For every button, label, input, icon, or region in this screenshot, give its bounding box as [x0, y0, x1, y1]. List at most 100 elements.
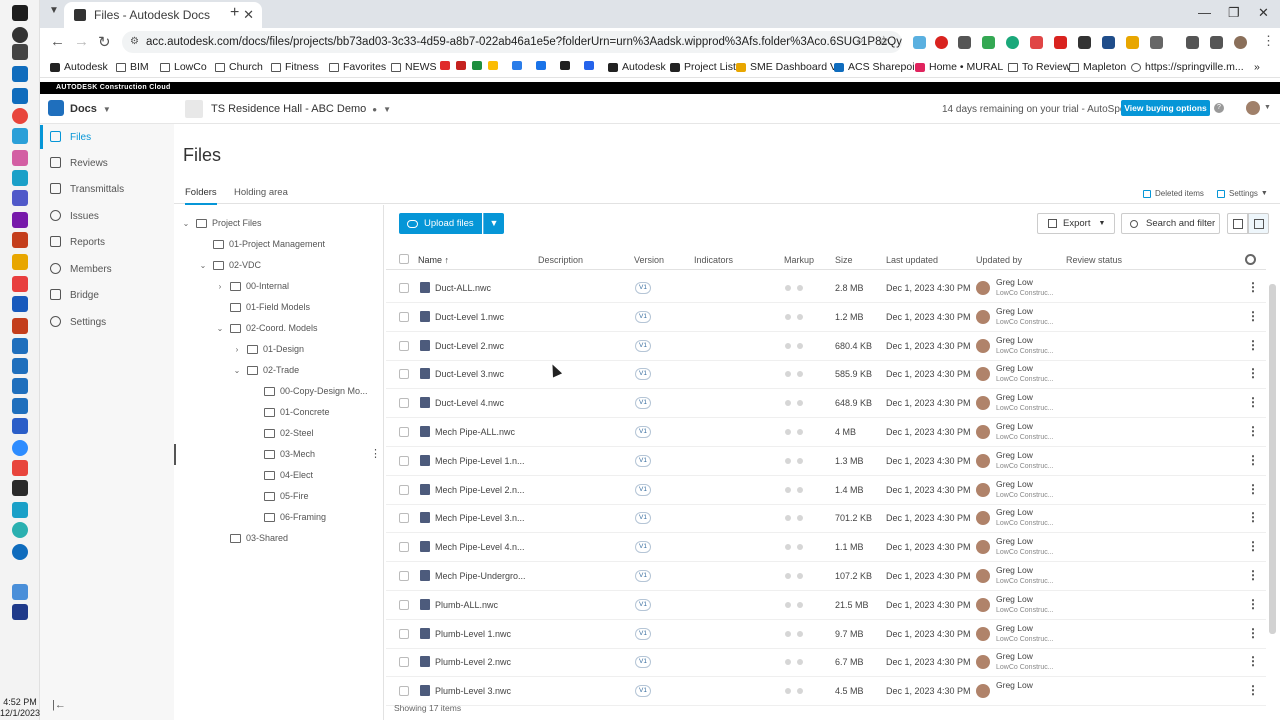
module-switcher[interactable]: Docs ▼ — [70, 103, 111, 115]
grid-view-toggle[interactable] — [1227, 213, 1248, 234]
version-badge[interactable]: V1 — [635, 656, 651, 669]
revit-icon[interactable] — [12, 418, 28, 434]
app-icon[interactable] — [12, 584, 28, 600]
bookmark-folder[interactable]: NEWS — [391, 61, 437, 73]
row-more-icon[interactable]: ⋮ — [1247, 568, 1259, 582]
row-checkbox[interactable] — [399, 311, 409, 322]
onedrive-icon[interactable] — [12, 544, 28, 560]
bookmark-item[interactable]: ACS Sharepoint — [834, 61, 923, 73]
nav-reports[interactable]: Reports — [40, 230, 174, 254]
extension-icon[interactable] — [1054, 36, 1067, 49]
tab-holding-area[interactable]: Holding area — [234, 187, 288, 198]
file-name-link[interactable]: Plumb-Level 2.nwc — [435, 657, 511, 667]
row-more-icon[interactable]: ⋮ — [1247, 366, 1259, 380]
app-icon[interactable] — [12, 232, 28, 248]
edge-icon[interactable] — [12, 522, 28, 538]
row-checkbox[interactable] — [399, 427, 409, 437]
upload-options-dropdown[interactable]: ▼ — [483, 213, 504, 234]
row-checkbox[interactable] — [399, 283, 409, 293]
bookmark-item[interactable]: Home • MURAL — [915, 61, 1003, 73]
bookmark-item[interactable] — [512, 61, 526, 70]
version-badge[interactable]: V1 — [635, 598, 651, 611]
app-icon[interactable] — [12, 276, 28, 292]
file-name-link[interactable]: Mech Pipe-Level 4.n... — [435, 542, 525, 552]
settings-link[interactable]: Settings ▼ — [1217, 189, 1268, 198]
bookmark-item[interactable] — [584, 61, 598, 70]
teams-icon[interactable] — [12, 190, 28, 206]
chevron-down-icon[interactable]: ⌄ — [180, 219, 192, 228]
bookmark-item[interactable]: SME Dashboard V3 — [736, 61, 843, 73]
file-name-link[interactable]: Mech Pipe-ALL.nwc — [435, 427, 515, 437]
column-updated-by[interactable]: Updated by — [976, 255, 1022, 265]
table-row[interactable]: Duct-Level 4.nwc V1 648.9 KB Dec 1, 2023 4:… — [386, 389, 1266, 419]
app-icon[interactable] — [12, 170, 28, 186]
nav-settings[interactable]: Settings — [40, 310, 174, 334]
bookmark-star-icon[interactable]: ☆ — [878, 33, 890, 49]
task-view-icon[interactable] — [12, 44, 28, 60]
profile-avatar[interactable] — [1234, 36, 1247, 49]
version-badge[interactable]: V1 — [635, 685, 651, 698]
table-scrollbar[interactable] — [1269, 284, 1276, 634]
chrome-menu-icon[interactable]: ⋮ — [1262, 33, 1275, 49]
more-bookmarks-icon[interactable]: » — [1254, 61, 1260, 73]
word-icon[interactable] — [12, 296, 28, 312]
outlook-icon[interactable] — [12, 66, 28, 82]
zoom-search-icon[interactable]: ⌕ — [857, 33, 864, 48]
row-more-icon[interactable]: ⋮ — [1247, 683, 1259, 697]
row-checkbox[interactable] — [399, 369, 409, 380]
close-tab-icon[interactable]: ✕ — [243, 7, 254, 23]
bookmark-folder[interactable]: To Review — [1008, 61, 1070, 73]
upload-files-button[interactable]: Upload files — [399, 213, 482, 234]
address-bar[interactable]: ⚙ acc.autodesk.com/docs/files/projects/b… — [122, 31, 902, 53]
tab-folders[interactable]: Folders — [185, 187, 217, 205]
bookmark-item[interactable] — [456, 61, 470, 70]
chrome-icon[interactable] — [12, 108, 28, 124]
extension-icon[interactable] — [1006, 36, 1019, 49]
file-name-link[interactable]: Duct-Level 1.nwc — [435, 312, 504, 322]
tree-folder[interactable]: ⌄ 02-Trade — [231, 360, 300, 380]
bookmark-folder[interactable]: LowCo — [160, 61, 207, 73]
select-all-checkbox[interactable] — [399, 254, 409, 264]
extension-icon[interactable] — [1030, 36, 1043, 49]
export-button[interactable]: Export ▼ — [1037, 213, 1115, 234]
table-row[interactable]: Plumb-Level 1.nwc V1 9.7 MB Dec 1, 2023 4:3… — [386, 620, 1266, 649]
zoom-icon[interactable] — [12, 440, 28, 456]
table-row[interactable]: Mech Pipe-Level 1.n... V1 1.3 MB Dec 1, 202… — [386, 447, 1266, 476]
app-icon[interactable] — [12, 254, 28, 270]
user-avatar[interactable] — [1246, 101, 1260, 115]
todo-icon[interactable] — [12, 128, 28, 144]
deleted-items-link[interactable]: Deleted items — [1143, 189, 1204, 198]
tree-folder[interactable]: 01-Project Management — [197, 234, 325, 254]
row-more-icon[interactable]: ⋮ — [1247, 309, 1259, 323]
version-badge[interactable]: V1 — [635, 339, 651, 352]
tree-folder[interactable]: 03-Shared — [214, 528, 288, 548]
list-view-toggle[interactable] — [1248, 213, 1269, 234]
table-row[interactable]: Mech Pipe-Level 2.n... V1 1.4 MB Dec 1, 202… — [386, 476, 1266, 505]
extension-icon[interactable] — [958, 36, 971, 49]
bookmark-item[interactable] — [536, 61, 550, 70]
bookmark-item[interactable]: Autodesk — [50, 61, 108, 73]
app-icon[interactable] — [12, 358, 28, 374]
column-version[interactable]: Version — [634, 255, 664, 265]
row-more-icon[interactable]: ⋮ — [1247, 280, 1259, 294]
onenote-icon[interactable] — [12, 212, 28, 228]
row-more-icon[interactable]: ⋮ — [1247, 539, 1259, 553]
extension-icon[interactable] — [1078, 36, 1091, 49]
app-icon[interactable] — [12, 150, 28, 166]
bookmark-item[interactable] — [560, 61, 574, 70]
version-badge[interactable]: V1 — [635, 454, 651, 467]
reload-icon[interactable]: ↻ — [98, 33, 111, 51]
row-more-icon[interactable]: ⋮ — [1247, 338, 1259, 352]
nav-members[interactable]: Members — [40, 257, 174, 281]
row-checkbox[interactable] — [399, 628, 409, 639]
row-checkbox[interactable] — [399, 513, 409, 524]
tab-search-icon[interactable]: ▼ — [49, 5, 59, 16]
row-checkbox[interactable] — [399, 686, 409, 697]
new-tab-icon[interactable]: + — [230, 4, 239, 22]
nav-reviews[interactable]: Reviews — [40, 151, 174, 175]
tree-folder[interactable]: 06-Framing — [248, 507, 326, 527]
extensions-puzzle-icon[interactable] — [1150, 36, 1163, 49]
bookmark-item[interactable]: Project List — [670, 61, 736, 73]
column-markup[interactable]: Markup — [784, 255, 814, 265]
table-row[interactable]: Duct-ALL.nwc V1 2.8 MB Dec 1, 2023 4:30 PM G… — [386, 274, 1266, 303]
